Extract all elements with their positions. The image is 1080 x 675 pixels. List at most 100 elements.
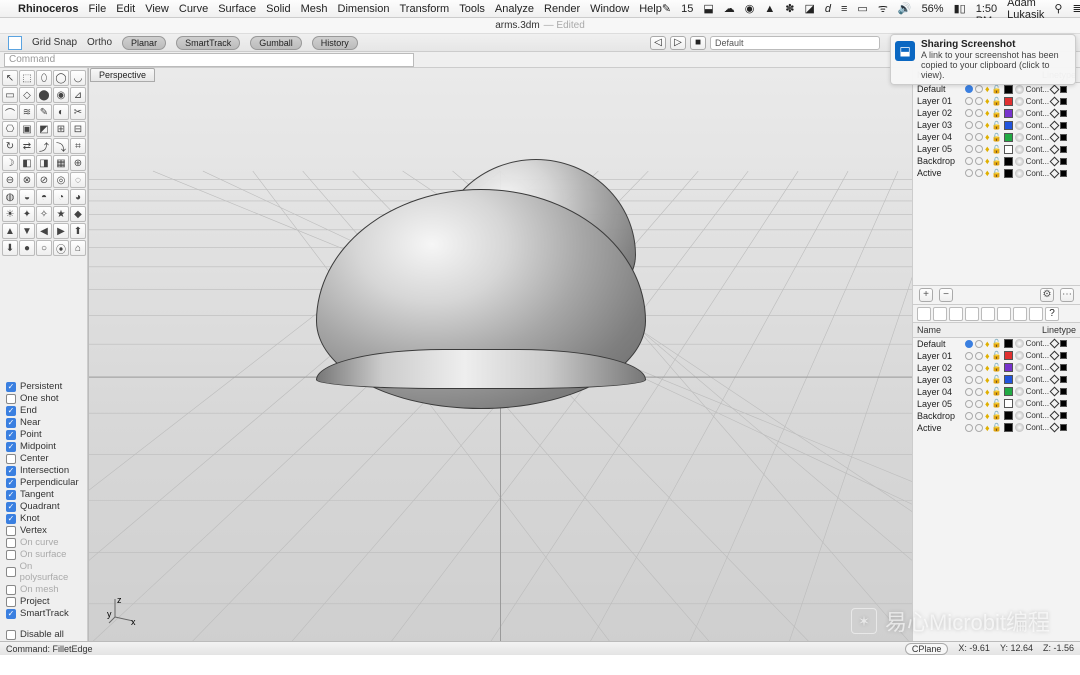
stop-button[interactable]: ■ xyxy=(690,36,706,50)
osnap-vertex[interactable] xyxy=(6,526,16,536)
viewport-label[interactable]: Perspective xyxy=(90,68,155,82)
tool-14[interactable]: ✂ xyxy=(70,104,86,120)
tool-24[interactable]: ⌗ xyxy=(70,138,86,154)
layer-row[interactable]: Backdrop♦🔓Cont... xyxy=(913,155,1080,167)
material-icon[interactable] xyxy=(1015,363,1024,372)
tool-33[interactable]: ◎ xyxy=(53,172,69,188)
layer-current-icon[interactable] xyxy=(965,109,973,117)
tool-21[interactable]: ⇄ xyxy=(19,138,35,154)
print-color-swatch[interactable] xyxy=(1060,352,1067,359)
lightbulb-icon[interactable]: ♦ xyxy=(985,399,990,409)
layer-color-swatch[interactable] xyxy=(1004,363,1013,372)
material-icon[interactable] xyxy=(1015,109,1024,118)
lock-icon[interactable]: 🔓 xyxy=(992,375,1002,384)
layer-current-icon[interactable] xyxy=(965,157,973,165)
status-ai-icon[interactable]: ✎ xyxy=(662,2,671,15)
osnap-persistent[interactable] xyxy=(6,382,16,392)
layer-visible-icon[interactable] xyxy=(975,364,983,372)
tool-45[interactable]: ▲ xyxy=(2,223,18,239)
layer-row[interactable]: Layer 02♦🔓Cont... xyxy=(913,107,1080,119)
menu-file[interactable]: File xyxy=(89,3,107,15)
tool-6[interactable]: ◇ xyxy=(19,87,35,103)
linetype-label[interactable]: Cont... xyxy=(1026,363,1050,372)
layer-color-swatch[interactable] xyxy=(1004,339,1013,348)
tool-40[interactable]: ☀ xyxy=(2,206,18,222)
layer-current-icon[interactable] xyxy=(965,340,973,348)
lock-icon[interactable]: 🔓 xyxy=(992,169,1002,178)
print-color-swatch[interactable] xyxy=(1060,376,1067,383)
status-battery-icon[interactable]: ▮▯ xyxy=(954,2,966,15)
tool-32[interactable]: ⊘ xyxy=(36,172,52,188)
layer-current-icon[interactable] xyxy=(965,133,973,141)
tool-5[interactable]: ▭ xyxy=(2,87,18,103)
print-color-swatch[interactable] xyxy=(1060,170,1067,177)
planar-toggle[interactable]: Planar xyxy=(122,36,166,50)
layer-row[interactable]: Active♦🔓Cont... xyxy=(913,422,1080,434)
tool-13[interactable]: ◐ xyxy=(53,104,69,120)
layer-default-dropdown[interactable]: Default xyxy=(710,36,880,50)
print-color-swatch[interactable] xyxy=(1060,158,1067,165)
tool-52[interactable]: ○ xyxy=(36,240,52,256)
tool-42[interactable]: ✧ xyxy=(36,206,52,222)
osnap-point[interactable] xyxy=(6,430,16,440)
lightbulb-icon[interactable]: ♦ xyxy=(985,387,990,397)
lock-icon[interactable]: 🔓 xyxy=(992,411,1002,420)
layer-row[interactable]: Backdrop♦🔓Cont... xyxy=(913,410,1080,422)
layer-color-swatch[interactable] xyxy=(1004,121,1013,130)
lightbulb-icon[interactable]: ♦ xyxy=(985,84,990,94)
material-icon[interactable] xyxy=(1015,339,1024,348)
layer-visible-icon[interactable] xyxy=(975,85,983,93)
dropbox-notification[interactable]: ⬓ Sharing Screenshot A link to your scre… xyxy=(890,34,1076,85)
lock-icon[interactable]: 🔓 xyxy=(992,387,1002,396)
linetype-label[interactable]: Cont... xyxy=(1026,85,1050,94)
tool-35[interactable]: ◍ xyxy=(2,189,18,205)
lock-icon[interactable]: 🔓 xyxy=(992,363,1002,372)
layer-visible-icon[interactable] xyxy=(975,121,983,129)
layer-color-swatch[interactable] xyxy=(1004,399,1013,408)
print-width-icon[interactable] xyxy=(1050,351,1060,361)
panel-tab-5[interactable] xyxy=(981,307,995,321)
menu-render[interactable]: Render xyxy=(544,3,580,15)
tool-10[interactable]: ⌒ xyxy=(2,104,18,120)
osnap-knot[interactable] xyxy=(6,514,16,524)
material-icon[interactable] xyxy=(1015,97,1024,106)
status-cloud-icon[interactable]: ☁ xyxy=(724,2,735,15)
remove-button[interactable]: − xyxy=(939,288,953,302)
menu-window[interactable]: Window xyxy=(590,3,629,15)
tool-11[interactable]: ≋ xyxy=(19,104,35,120)
layer-visible-icon[interactable] xyxy=(975,157,983,165)
tool-15[interactable]: ⎔ xyxy=(2,121,18,137)
tool-51[interactable]: ● xyxy=(19,240,35,256)
print-width-icon[interactable] xyxy=(1050,375,1060,385)
layer-visible-icon[interactable] xyxy=(975,412,983,420)
lightbulb-icon[interactable]: ♦ xyxy=(985,423,990,433)
material-icon[interactable] xyxy=(1015,375,1024,384)
status-count[interactable]: 15 xyxy=(681,3,693,15)
print-color-swatch[interactable] xyxy=(1060,146,1067,153)
layer-row[interactable]: Layer 04♦🔓Cont... xyxy=(913,386,1080,398)
tool-22[interactable]: ⤴ xyxy=(36,138,52,154)
layer-current-icon[interactable] xyxy=(965,424,973,432)
layer-row[interactable]: Layer 03♦🔓Cont... xyxy=(913,119,1080,131)
layer-current-icon[interactable] xyxy=(965,364,973,372)
material-icon[interactable] xyxy=(1015,351,1024,360)
print-width-icon[interactable] xyxy=(1050,132,1060,142)
print-width-icon[interactable] xyxy=(1050,423,1060,433)
layer-color-swatch[interactable] xyxy=(1004,109,1013,118)
panel-tab-1[interactable] xyxy=(917,307,931,321)
status-volume-icon[interactable]: 🔊 xyxy=(898,2,912,15)
tool-8[interactable]: ◉ xyxy=(53,87,69,103)
osnap-center[interactable] xyxy=(6,454,16,464)
layer-color-swatch[interactable] xyxy=(1004,351,1013,360)
print-width-icon[interactable] xyxy=(1050,84,1060,94)
lightbulb-icon[interactable]: ♦ xyxy=(985,363,990,373)
lock-icon[interactable]: 🔓 xyxy=(992,133,1002,142)
layer-current-icon[interactable] xyxy=(965,352,973,360)
panel-tab-6[interactable] xyxy=(997,307,1011,321)
layer-current-icon[interactable] xyxy=(965,169,973,177)
status-evernote-icon[interactable]: ✽ xyxy=(785,2,794,15)
material-icon[interactable] xyxy=(1015,399,1024,408)
lightbulb-icon[interactable]: ♦ xyxy=(985,411,990,421)
osnap-on-mesh[interactable] xyxy=(6,585,16,595)
print-width-icon[interactable] xyxy=(1050,156,1060,166)
